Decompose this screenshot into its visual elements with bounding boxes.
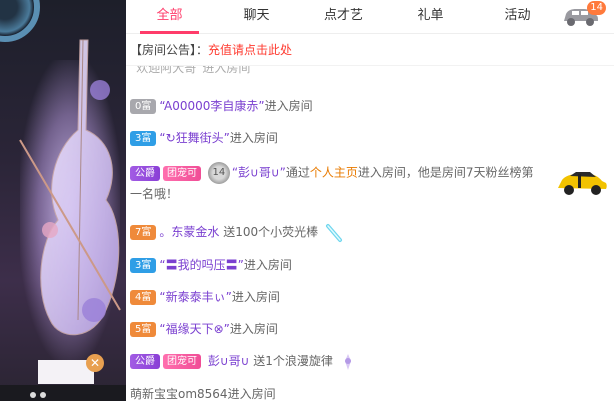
chat-message-list[interactable]: “欢迎阿大哥”进入房间 0富 “A00000李自康赤”进入房间 3富 “↻狂舞街头”… [126, 66, 614, 401]
glow-stick-icon [325, 223, 342, 242]
sports-car-icon [558, 172, 607, 195]
left-decoration-panel: ✕ [0, 0, 126, 401]
wealth-badge: 0富 [130, 99, 157, 114]
car-button[interactable]: 14 [560, 1, 606, 31]
list-item: “欢迎阿大哥”进入房间 [130, 66, 606, 78]
car-count-badge: 14 [587, 1, 606, 15]
duke-badge: 公爵 [130, 354, 160, 369]
wealth-badge: 3富 [130, 258, 157, 273]
list-item: 3富 “↻狂舞街头”进入房间 [130, 128, 606, 148]
user-name[interactable]: “↻狂舞街头” [159, 131, 230, 145]
user-name[interactable]: “新泰泰丰ぃ” [159, 290, 231, 304]
message-tabs: 全部 聊天 点才艺 礼单 活动 14 [126, 0, 614, 34]
message-action: 进入房间 [229, 131, 278, 145]
carousel-dot[interactable] [40, 392, 46, 398]
message-action: 进入房间 [243, 258, 292, 272]
tab-chat[interactable]: 聊天 [213, 0, 300, 34]
message-action: 送100个小荧光棒 [223, 225, 319, 239]
message-action: 进入房间 [231, 290, 280, 304]
tab-activity[interactable]: 活动 [474, 0, 561, 34]
list-item: 公爵 团宠可 彭∪哥∪ 送1个浪漫旋律 [130, 351, 606, 372]
wealth-badge: 3富 [130, 131, 157, 146]
message-pre: 通过 [285, 165, 310, 180]
user-name[interactable]: 。东蒙金水 [159, 225, 219, 239]
list-item: 公爵 团宠可 14 “彭∪哥∪”通过个人主页进入房间，他是房间7天粉丝榜第一名哦！ [130, 162, 544, 204]
message-action: 送1个浪漫旋律 [253, 354, 333, 368]
list-item: 4富 “新泰泰丰ぃ”进入房间 [130, 287, 606, 307]
room-notice: 【房间公告】：充值请点击此处 [126, 34, 614, 66]
close-icon[interactable]: ✕ [86, 354, 104, 372]
recharge-link[interactable]: 充值请点击此处 [208, 43, 292, 57]
melody-gift-icon [344, 353, 351, 370]
violin-illustration [19, 39, 121, 336]
message-text: “欢迎阿大哥”进入房间 [130, 66, 251, 75]
tab-talent[interactable]: 点才艺 [300, 0, 387, 34]
wealth-badge: 4富 [130, 290, 157, 305]
user-name[interactable]: 彭∪哥∪ [208, 354, 250, 368]
vip-level-icon: 14 [207, 162, 230, 184]
notice-prefix: 【房间公告】： [130, 43, 209, 57]
wealth-badge: 5富 [130, 322, 157, 337]
fan-group-badge: 团宠可 [163, 165, 201, 181]
message-action: 进入房间 [229, 322, 278, 336]
list-item: 7富 。东蒙金水 送100个小荧光棒 [130, 222, 606, 243]
list-item: 萌新宝宝om8564进入房间 [130, 384, 606, 401]
carousel-bar [0, 385, 126, 401]
user-name[interactable]: “〓我的吗压〓” [159, 258, 243, 272]
profile-link[interactable]: 个人主页 [310, 166, 358, 180]
list-item: 0富 “A00000李自康赤”进入房间 [130, 96, 606, 116]
carousel-dot[interactable] [30, 392, 36, 398]
list-item: 5富 “福缘天下⊗”进入房间 [130, 319, 606, 339]
tab-gift-list[interactable]: 礼单 [387, 0, 474, 34]
user-name[interactable]: “福缘天下⊗” [159, 322, 230, 336]
fan-group-badge: 团宠可 [163, 354, 201, 369]
wealth-badge: 7富 [130, 225, 157, 240]
user-name[interactable]: “A00000李自康赤” [159, 99, 264, 113]
message-action: 进入房间 [264, 99, 313, 113]
user-name[interactable]: “彭∪哥∪” [232, 166, 286, 180]
message-text: 萌新宝宝om8564进入房间 [130, 387, 276, 401]
duke-badge: 公爵 [130, 165, 160, 181]
list-item: 3富 “〓我的吗压〓”进入房间 [130, 255, 606, 275]
tab-all[interactable]: 全部 [126, 0, 213, 34]
